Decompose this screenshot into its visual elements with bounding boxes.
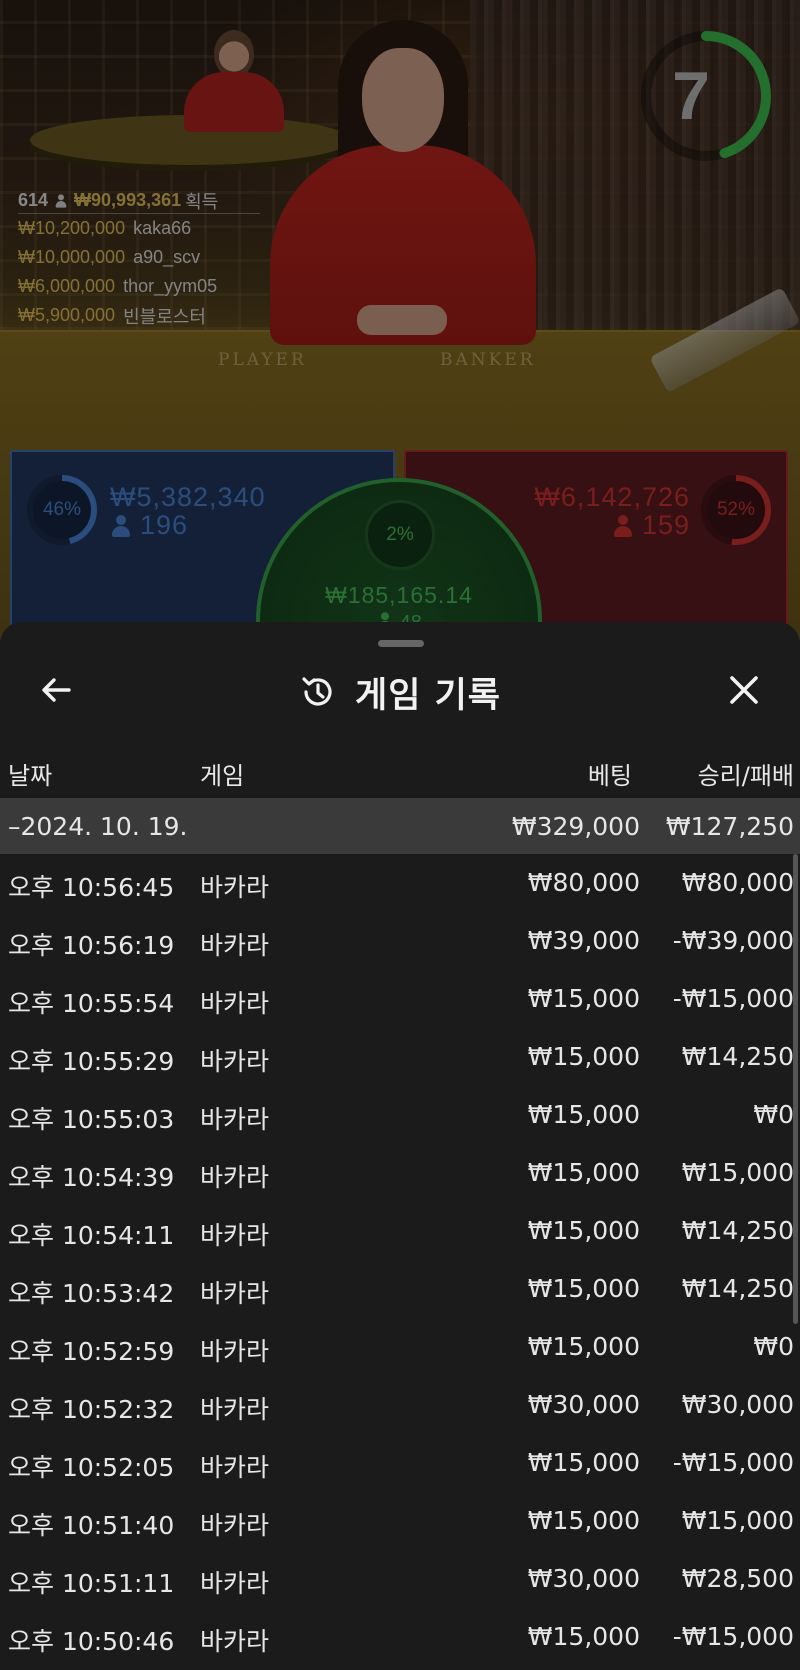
column-result: 승리/패배 — [697, 762, 794, 790]
row-result: ₩14,250 — [681, 1274, 794, 1303]
row-result: -₩15,000 — [672, 1448, 794, 1477]
history-row[interactable]: 오후 10:56:45 바카라 ₩80,000 ₩80,000 — [0, 854, 800, 912]
game-history-sheet: 게임 기록 날짜 게임 베팅 승리/패배 –2024. 10. 19. ₩329… — [0, 622, 800, 1670]
group-bet-total: ₩329,000 — [511, 812, 640, 841]
column-date: 날짜 — [8, 762, 53, 790]
date-group-row[interactable]: –2024. 10. 19. ₩329,000 ₩127,250 — [0, 798, 800, 854]
sheet-drag-handle[interactable] — [378, 640, 424, 647]
row-result: ₩80,000 — [681, 868, 794, 897]
sheet-title: 게임 기록 — [0, 652, 800, 732]
group-date: –2024. 10. 19. — [8, 812, 188, 841]
row-game: 바카라 — [200, 1047, 270, 1076]
row-time: 오후 10:52:05 — [8, 1453, 175, 1482]
history-row[interactable]: 오후 10:55:54 바카라 ₩15,000 -₩15,000 — [0, 970, 800, 1028]
row-time: 오후 10:55:29 — [8, 1047, 175, 1076]
row-bet: ₩15,000 — [527, 1158, 640, 1187]
history-row[interactable]: 오후 10:51:40 바카라 ₩15,000 ₩15,000 — [0, 1492, 800, 1550]
history-row[interactable]: 오후 10:50:46 바카라 ₩15,000 -₩15,000 — [0, 1608, 800, 1666]
row-game: 바카라 — [200, 1337, 270, 1366]
history-row[interactable]: 오후 10:55:03 바카라 ₩15,000 ₩0 — [0, 1086, 800, 1144]
group-result-total: ₩127,250 — [665, 812, 794, 841]
row-time: 오후 10:51:11 — [8, 1569, 175, 1598]
row-result: ₩0 — [753, 1100, 794, 1129]
row-bet: ₩15,000 — [527, 1622, 640, 1651]
row-game: 바카라 — [200, 1627, 270, 1656]
row-time: 오후 10:54:39 — [8, 1163, 175, 1192]
row-game: 바카라 — [200, 1395, 270, 1424]
row-bet: ₩15,000 — [527, 1332, 640, 1361]
history-row[interactable]: 오후 10:51:11 바카라 ₩30,000 ₩28,500 — [0, 1550, 800, 1608]
row-bet: ₩15,000 — [527, 1506, 640, 1535]
row-result: ₩15,000 — [681, 1506, 794, 1535]
row-result: -₩15,000 — [672, 1622, 794, 1651]
column-bet: 베팅 — [587, 762, 632, 790]
row-bet: ₩15,000 — [527, 1042, 640, 1071]
row-time: 오후 10:52:59 — [8, 1337, 175, 1366]
history-row[interactable]: 오후 10:55:29 바카라 ₩15,000 ₩14,250 — [0, 1028, 800, 1086]
arrow-left-icon — [42, 678, 71, 702]
row-time: 오후 10:56:19 — [8, 931, 175, 960]
row-game: 바카라 — [200, 873, 270, 902]
row-result: -₩15,000 — [672, 984, 794, 1013]
row-game: 바카라 — [200, 989, 270, 1018]
row-bet: ₩15,000 — [527, 1448, 640, 1477]
row-time: 오후 10:52:32 — [8, 1395, 175, 1424]
row-result: ₩15,000 — [681, 1158, 794, 1187]
row-time: 오후 10:55:54 — [8, 989, 175, 1018]
row-game: 바카라 — [200, 1569, 270, 1598]
row-result: ₩28,500 — [681, 1564, 794, 1593]
row-time: 오후 10:54:11 — [8, 1221, 175, 1250]
history-table-header: 날짜 게임 베팅 승리/패배 — [0, 742, 800, 798]
back-button[interactable] — [30, 664, 82, 716]
row-game: 바카라 — [200, 1105, 270, 1134]
history-row[interactable]: 오후 10:53:42 바카라 ₩15,000 ₩14,250 — [0, 1260, 800, 1318]
row-bet: ₩39,000 — [527, 926, 640, 955]
scrollbar[interactable] — [793, 854, 798, 1324]
row-time: 오후 10:56:45 — [8, 873, 175, 902]
live-video-stage: PLAYER BANKER 7 614 ₩90,993,361 획득 ₩10,2… — [0, 0, 800, 640]
row-time: 오후 10:51:40 — [8, 1511, 175, 1540]
row-result: ₩14,250 — [681, 1216, 794, 1245]
row-bet: ₩30,000 — [527, 1390, 640, 1419]
history-row[interactable]: 오후 10:54:11 바카라 ₩15,000 ₩14,250 — [0, 1202, 800, 1260]
row-game: 바카라 — [200, 1511, 270, 1540]
row-game: 바카라 — [200, 1279, 270, 1308]
history-row[interactable]: 오후 10:52:59 바카라 ₩15,000 ₩0 — [0, 1318, 800, 1376]
close-icon — [730, 676, 758, 704]
row-bet: ₩15,000 — [527, 1274, 640, 1303]
row-time: 오후 10:53:42 — [8, 1279, 175, 1308]
row-result: ₩14,250 — [681, 1042, 794, 1071]
modal-backdrop[interactable] — [0, 0, 800, 640]
column-game: 게임 — [200, 762, 245, 790]
row-game: 바카라 — [200, 1453, 270, 1482]
close-button[interactable] — [718, 664, 770, 716]
row-bet: ₩30,000 — [527, 1564, 640, 1593]
row-game: 바카라 — [200, 931, 270, 960]
row-bet: ₩80,000 — [527, 868, 640, 897]
row-bet: ₩15,000 — [527, 1216, 640, 1245]
row-bet: ₩15,000 — [527, 984, 640, 1013]
history-clock-icon — [302, 677, 332, 706]
row-time: 오후 10:55:03 — [8, 1105, 175, 1134]
history-table-body: –2024. 10. 19. ₩329,000 ₩127,250 오후 10:5… — [0, 798, 800, 1666]
row-bet: ₩15,000 — [527, 1100, 640, 1129]
row-result: ₩0 — [753, 1332, 794, 1361]
row-result: ₩30,000 — [681, 1390, 794, 1419]
history-row[interactable]: 오후 10:52:32 바카라 ₩30,000 ₩30,000 — [0, 1376, 800, 1434]
sheet-title-text: 게임 기록 — [355, 675, 501, 716]
row-game: 바카라 — [200, 1163, 270, 1192]
history-row[interactable]: 오후 10:56:19 바카라 ₩39,000 -₩39,000 — [0, 912, 800, 970]
row-result: -₩39,000 — [672, 926, 794, 955]
row-game: 바카라 — [200, 1221, 270, 1250]
history-row[interactable]: 오후 10:54:39 바카라 ₩15,000 ₩15,000 — [0, 1144, 800, 1202]
sheet-header: 게임 기록 — [0, 652, 800, 732]
row-time: 오후 10:50:46 — [8, 1627, 175, 1656]
history-row[interactable]: 오후 10:52:05 바카라 ₩15,000 -₩15,000 — [0, 1434, 800, 1492]
